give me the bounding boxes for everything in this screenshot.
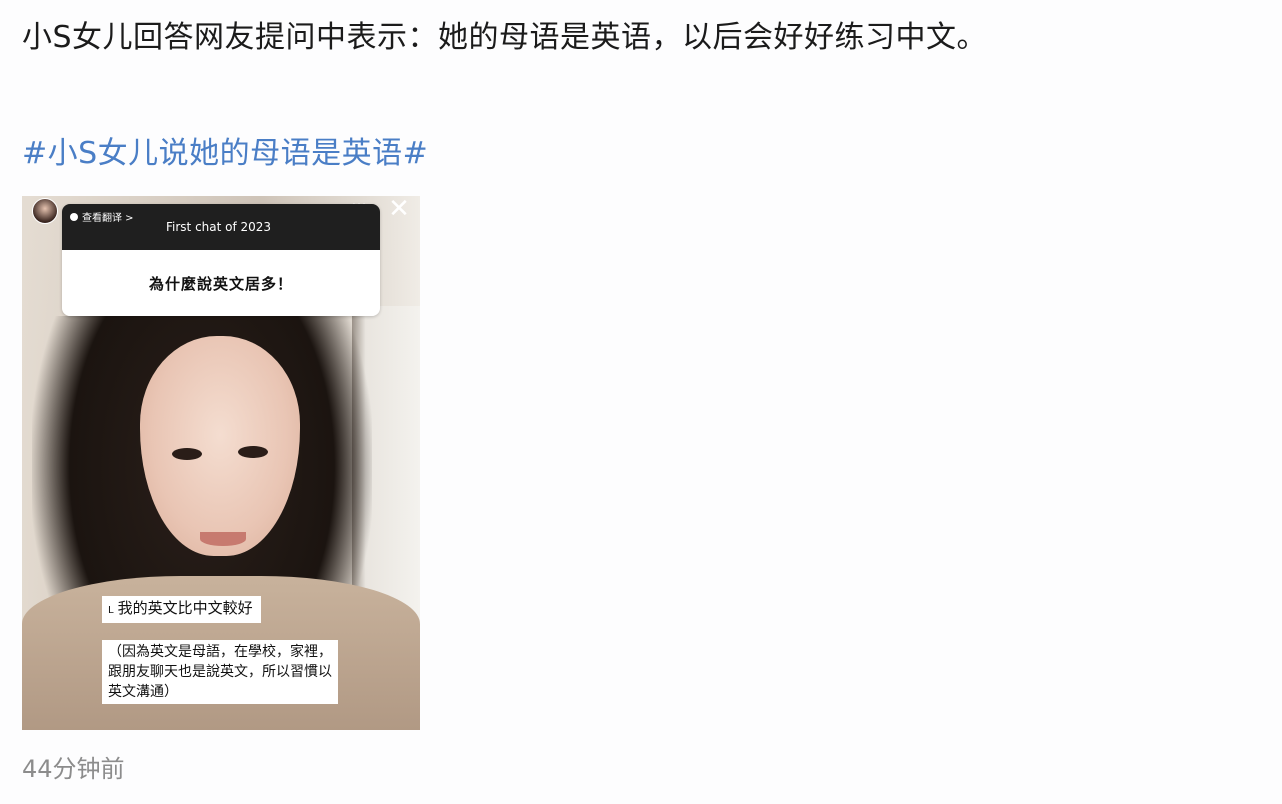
question-text: 為什麼說英文居多！ bbox=[62, 250, 380, 316]
answer-caption-prefix: L bbox=[108, 605, 114, 616]
close-icon: ✕ bbox=[388, 196, 410, 224]
post-text: 小S女儿回答网友提问中表示：她的母语是英语，以后会好好练习中文。 bbox=[22, 20, 988, 55]
image-eye-left bbox=[172, 448, 202, 460]
question-sticker-header: 查看翻译 > First chat of 2023 bbox=[62, 204, 380, 250]
post-image[interactable]: ··· ✕ 查看翻译 > First chat of 2023 為什麼說英文居多… bbox=[22, 196, 420, 730]
image-eye-right bbox=[238, 446, 268, 458]
answer-caption: L 我的英文比中文較好 bbox=[102, 596, 261, 623]
answer-detail: （因為英文是母語，在學校，家裡，跟朋友聊天也是說英文，所以習慣以英文溝通） bbox=[102, 640, 338, 704]
dot-icon bbox=[70, 212, 78, 221]
question-sticker: 查看翻译 > First chat of 2023 為什麼說英文居多！ bbox=[62, 204, 380, 316]
answer-caption-text: 我的英文比中文較好 bbox=[117, 599, 253, 617]
question-prompt: First chat of 2023 bbox=[166, 220, 272, 234]
post-timestamp: 44分钟前 bbox=[22, 755, 125, 783]
weibo-post: 小S女儿回答网友提问中表示：她的母语是英语，以后会好好练习中文。 #小S女儿说她… bbox=[0, 0, 1282, 804]
translate-label: 查看翻译 > bbox=[70, 209, 134, 224]
avatar bbox=[32, 198, 58, 224]
image-lips bbox=[200, 532, 246, 546]
hashtag-link[interactable]: #小S女儿说她的母语是英语# bbox=[22, 134, 428, 174]
translate-text: 查看翻译 > bbox=[82, 213, 134, 224]
